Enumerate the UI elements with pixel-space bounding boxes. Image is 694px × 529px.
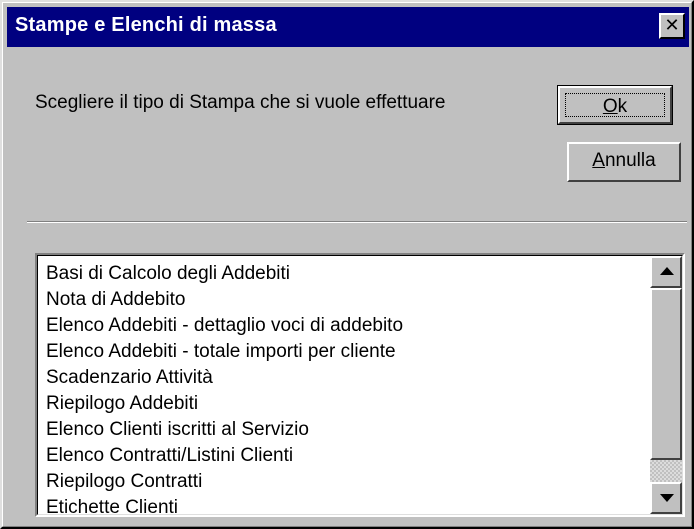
ok-button-label: k (617, 96, 628, 117)
ok-button[interactable]: Ok (557, 85, 673, 125)
list-item[interactable]: Elenco Clienti iscritti al Servizio (46, 417, 646, 443)
list-item[interactable]: Elenco Addebiti - totale importi per cli… (46, 339, 646, 365)
print-type-list: Basi di Calcolo degli Addebiti Nota di A… (46, 261, 646, 521)
window-title: Stampe e Elenchi di massa (15, 14, 277, 36)
vertical-scrollbar[interactable] (650, 256, 682, 514)
cancel-button-mnemonic: A (592, 150, 605, 171)
scroll-track[interactable] (650, 460, 682, 482)
list-item[interactable]: Nota di Addebito (46, 287, 646, 313)
listbox-frame: Basi di Calcolo degli Addebiti Nota di A… (37, 255, 683, 518)
print-type-listbox[interactable]: Basi di Calcolo degli Addebiti Nota di A… (35, 253, 685, 518)
scroll-down-button[interactable] (650, 482, 682, 514)
list-item[interactable]: Etichette Clienti (46, 495, 646, 521)
list-item[interactable]: Scadenzario Attività (46, 365, 646, 391)
separator-line (27, 221, 687, 223)
close-icon: ✕ (664, 15, 680, 35)
instruction-text: Scegliere il tipo di Stampa che si vuole… (35, 92, 446, 113)
scroll-up-button[interactable] (650, 256, 682, 288)
list-item[interactable]: Riepilogo Contratti (46, 469, 646, 495)
list-item[interactable]: Elenco Contratti/Listini Clienti (46, 443, 646, 469)
dialog-window: Stampe e Elenchi di massa ✕ Scegliere il… (0, 0, 694, 529)
arrow-down-icon (660, 494, 674, 502)
list-item[interactable]: Elenco Addebiti - dettaglio voci di adde… (46, 313, 646, 339)
list-item[interactable]: Basi di Calcolo degli Addebiti (46, 261, 646, 287)
list-item[interactable]: Riepilogo Addebiti (46, 391, 646, 417)
ok-button-focus-rect: Ok (565, 93, 665, 117)
dialog-frame: Stampe e Elenchi di massa ✕ Scegliere il… (2, 2, 692, 527)
arrow-up-icon (660, 267, 674, 275)
scroll-thumb[interactable] (650, 288, 682, 460)
ok-button-mnemonic: O (602, 96, 618, 117)
title-bar[interactable]: Stampe e Elenchi di massa ✕ (7, 7, 689, 47)
cancel-button-label: nnulla (604, 150, 656, 171)
cancel-button[interactable]: Annulla (567, 142, 681, 182)
ok-button-bevel: Ok (558, 86, 672, 124)
close-button[interactable]: ✕ (659, 13, 685, 39)
